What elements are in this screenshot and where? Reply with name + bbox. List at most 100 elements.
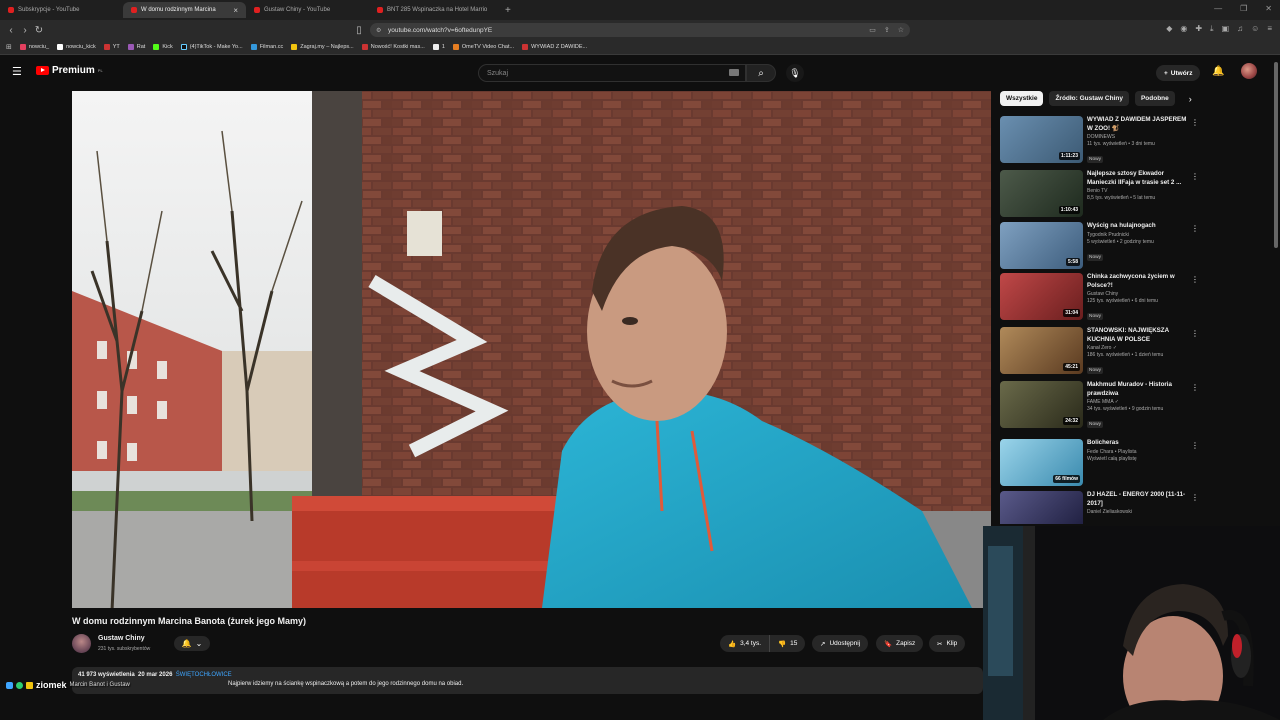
recommendation-channel[interactable]: Fede Chara • Playlista bbox=[1087, 449, 1192, 455]
recommendation-title[interactable]: Wyścig na hulajnogach bbox=[1087, 222, 1192, 231]
download-icon[interactable]: ⤓ bbox=[1210, 24, 1214, 34]
youtube-premium-logo[interactable]: Premium PL bbox=[36, 65, 103, 76]
forward-icon[interactable]: › bbox=[18, 25, 32, 36]
more-options-icon[interactable]: ⋮ bbox=[1191, 441, 1199, 450]
apps-grid-icon[interactable]: ⊞ bbox=[6, 43, 12, 51]
bookmark-item[interactable]: YT bbox=[103, 44, 120, 50]
chip-similar[interactable]: Podobne bbox=[1134, 91, 1175, 106]
bookmark-item[interactable]: Rat bbox=[127, 44, 145, 50]
recommendation-item[interactable]: 24:32 Makhmud Muradov - Historia prawdzi… bbox=[1000, 381, 1205, 431]
more-options-icon[interactable]: ⋮ bbox=[1191, 224, 1199, 233]
video-player[interactable] bbox=[72, 91, 991, 608]
star-icon[interactable]: ☆ bbox=[898, 26, 904, 34]
video-description[interactable]: 41 973 wyświetlenia 20 mar 2026 ŚWIĘTOCH… bbox=[72, 667, 983, 694]
recommendation-title[interactable]: Bolicheras bbox=[1087, 439, 1192, 448]
back-icon[interactable]: ‹ bbox=[4, 25, 18, 36]
voice-search-button[interactable]: 🎙 bbox=[786, 64, 804, 82]
recommendation-title[interactable]: STANOWSKI: NAJWIĘKSZA KUCHNIA W POLSCE bbox=[1087, 327, 1192, 344]
more-options-icon[interactable]: ⋮ bbox=[1191, 383, 1199, 392]
browser-tab-active[interactable]: W domu rodzinnym Marcina × bbox=[123, 2, 246, 18]
chip-source[interactable]: Źródło: Gustaw Chiny bbox=[1049, 91, 1129, 106]
video-thumbnail[interactable]: 45:21 bbox=[1000, 327, 1083, 374]
recommendation-channel[interactable]: DOMINEWS bbox=[1087, 134, 1192, 140]
bookmark-item[interactable]: Zagraj.my – Najleps... bbox=[291, 44, 354, 50]
recommendation-title[interactable]: Najlepsze sztosy Ekwador Manieczki IIFaj… bbox=[1087, 170, 1192, 187]
extension-icon[interactable]: ◆ bbox=[1166, 24, 1172, 34]
share-button[interactable]: ↗ Udostępnij bbox=[812, 635, 869, 652]
video-thumbnail[interactable]: 31:04 bbox=[1000, 273, 1083, 320]
search-input[interactable]: Szukaj bbox=[478, 64, 746, 82]
bookmark-icon[interactable]: ▯ bbox=[352, 25, 366, 36]
recommendation-channel[interactable]: FAME MMA ✓ bbox=[1087, 399, 1192, 405]
browser-tab[interactable]: BNT 285 Wspinaczka na Hotel Marrio bbox=[369, 2, 499, 18]
recommendation-item[interactable]: DJ HAZEL - ENERGY 2000 [11-11-2017] Dani… bbox=[1000, 491, 1205, 524]
browser-tab[interactable]: Subskrypcje - YouTube bbox=[0, 2, 123, 18]
reload-icon[interactable]: ↻ bbox=[32, 25, 46, 36]
url-field[interactable]: ⚙ youtube.com/watch?v=6oftedunpYE ▭ ⇪ ☆ bbox=[370, 23, 910, 37]
bookmark-item[interactable]: nowciu_kick bbox=[57, 44, 96, 50]
bookmark-item[interactable]: WYWIAD Z DAWIDE... bbox=[522, 44, 587, 50]
notifications-bell-icon[interactable]: 🔔 bbox=[1212, 66, 1224, 77]
recommendation-title[interactable]: Makhmud Muradov - Historia prawdziwa bbox=[1087, 381, 1192, 398]
video-thumbnail[interactable]: 1:10:43 bbox=[1000, 170, 1083, 217]
extension-icon[interactable]: ◉ bbox=[1180, 24, 1187, 34]
page-scrollbar[interactable] bbox=[1274, 62, 1278, 248]
more-options-icon[interactable]: ⋮ bbox=[1191, 172, 1199, 181]
puzzle-icon[interactable]: ✚ bbox=[1195, 24, 1202, 34]
save-button[interactable]: 🔖 Zapisz bbox=[876, 635, 924, 652]
video-thumbnail[interactable]: 24:32 bbox=[1000, 381, 1083, 428]
playlist-item[interactable]: 66 filmów Bolicheras Fede Chara • Playli… bbox=[1000, 439, 1205, 489]
create-button[interactable]: + Utwórz bbox=[1156, 65, 1201, 81]
video-thumbnail[interactable]: 1:11:23 bbox=[1000, 116, 1083, 163]
more-options-icon[interactable]: ⋮ bbox=[1191, 493, 1199, 502]
dislike-button[interactable]: 👎 15 bbox=[770, 635, 806, 652]
site-info-icon[interactable]: ⚙ bbox=[376, 27, 381, 34]
search-button[interactable]: ⌕ bbox=[746, 64, 776, 82]
browser-tab[interactable]: Gustaw Chiny - YouTube bbox=[246, 2, 369, 18]
sidebar-icon[interactable]: ▣ bbox=[1222, 24, 1230, 34]
bookmark-item[interactable]: (4)TikTok - Make Yo... bbox=[180, 44, 243, 50]
more-options-icon[interactable]: ⋮ bbox=[1191, 118, 1199, 127]
bookmark-item[interactable]: nowciu_ bbox=[19, 44, 49, 50]
recommendation-item[interactable]: 1:11:23 WYWIAD Z DAWIDEM JASPEREM W ZOO!… bbox=[1000, 116, 1205, 166]
bookmark-item[interactable]: Filman.cc bbox=[250, 44, 283, 50]
bookmark-item[interactable]: Nowość! Kostki mas... bbox=[361, 44, 425, 50]
video-thumbnail[interactable]: 5:58 bbox=[1000, 222, 1083, 269]
bookmark-item[interactable]: Kick bbox=[153, 44, 173, 50]
cast-icon[interactable]: ▭ bbox=[869, 26, 876, 34]
subscription-notifications-button[interactable]: 🔔 ⌄ bbox=[174, 636, 210, 651]
like-button[interactable]: 👍 3,4 tys. bbox=[720, 635, 771, 652]
video-thumbnail[interactable] bbox=[1000, 491, 1083, 524]
recommendation-meta[interactable]: Wyświetl całą playlistę bbox=[1087, 456, 1192, 462]
bookmark-item[interactable]: OmeTV Video Chat... bbox=[452, 44, 514, 50]
recommendation-channel[interactable]: Tygodnik Prudnicki bbox=[1087, 232, 1192, 238]
hamburger-menu-icon[interactable]: ☰ bbox=[12, 65, 22, 78]
recommendation-channel[interactable]: Daniel Zieliaskowski bbox=[1087, 509, 1192, 515]
account-avatar[interactable] bbox=[1241, 63, 1257, 79]
recommendation-channel[interactable]: Gustaw Chiny bbox=[1087, 291, 1192, 297]
recommendation-channel[interactable]: Kanał Zero ✓ bbox=[1087, 345, 1192, 351]
menu-icon[interactable]: ≡ bbox=[1267, 24, 1272, 34]
more-options-icon[interactable]: ⋮ bbox=[1191, 275, 1199, 284]
music-icon[interactable]: ♫ bbox=[1237, 24, 1243, 34]
recommendation-item[interactable]: 1:10:43 Najlepsze sztosy Ekwador Maniecz… bbox=[1000, 170, 1205, 220]
close-tab-icon[interactable]: × bbox=[233, 6, 238, 15]
maximize-icon[interactable]: ❐ bbox=[1240, 4, 1247, 13]
minimize-icon[interactable]: — bbox=[1214, 4, 1222, 13]
recommendation-title[interactable]: Chinka zachwycona życiem w Polsce?! bbox=[1087, 273, 1192, 290]
recommendation-item[interactable]: 45:21 STANOWSKI: NAJWIĘKSZA KUCHNIA W PO… bbox=[1000, 327, 1205, 377]
keyboard-icon[interactable] bbox=[729, 69, 739, 76]
chip-all[interactable]: Wszystkie bbox=[1000, 91, 1044, 106]
recommendation-item[interactable]: 31:04 Chinka zachwycona życiem w Polsce?… bbox=[1000, 273, 1205, 323]
recommendation-item[interactable]: 5:58 Wyścig na hulajnogach Tygodnik Prud… bbox=[1000, 222, 1205, 272]
bookmark-item[interactable]: 1 bbox=[432, 44, 445, 50]
clip-button[interactable]: ✂ Klip bbox=[929, 635, 966, 652]
recommendation-title[interactable]: DJ HAZEL - ENERGY 2000 [11-11-2017] bbox=[1087, 491, 1192, 508]
hashtag-link[interactable]: ŚWIĘTOCHŁOWICE bbox=[176, 672, 232, 678]
close-window-icon[interactable]: ✕ bbox=[1265, 4, 1272, 13]
channel-avatar[interactable] bbox=[72, 634, 91, 653]
profile-icon[interactable]: ☺ bbox=[1251, 24, 1259, 34]
playlist-thumbnail[interactable]: 66 filmów bbox=[1000, 439, 1083, 486]
recommendation-title[interactable]: WYWIAD Z DAWIDEM JASPEREM W ZOO! 🐒 bbox=[1087, 116, 1192, 133]
new-tab-icon[interactable]: + bbox=[499, 5, 511, 16]
